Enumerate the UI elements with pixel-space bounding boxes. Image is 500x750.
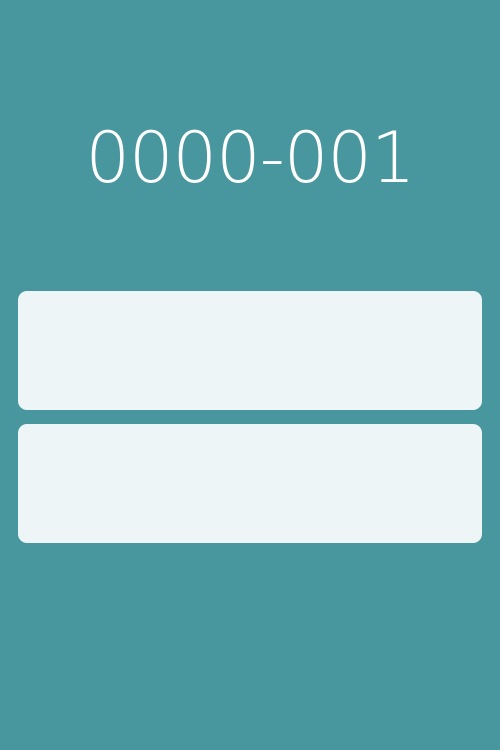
app-screen: 0000-001 (0, 0, 500, 750)
option-card-2[interactable] (18, 424, 482, 543)
option-card-1[interactable] (18, 291, 482, 410)
code-display: 0000-001 (85, 117, 415, 199)
